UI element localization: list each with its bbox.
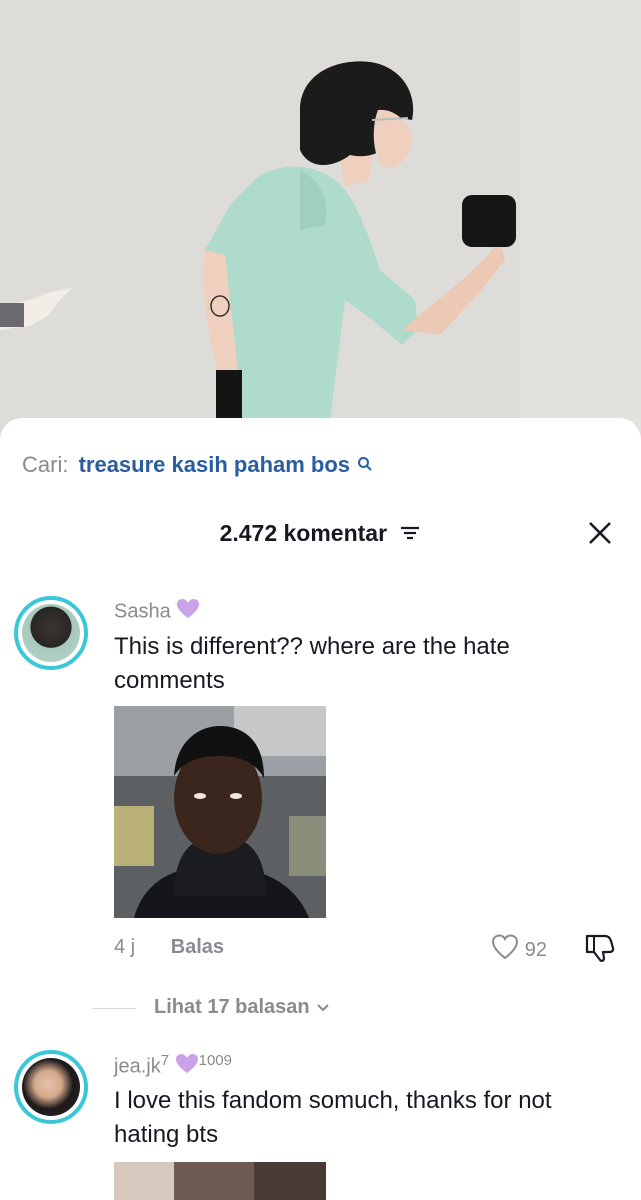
avatar[interactable] (14, 1050, 88, 1124)
avatar[interactable] (14, 596, 88, 670)
search-prefix: Cari: (22, 452, 69, 477)
reply-button[interactable]: Balas (171, 936, 224, 958)
like-count: 92 (524, 938, 547, 961)
comments-sheet: Cari: treasure kasih paham bos 2.472 kom… (0, 418, 641, 1200)
purple-heart-icon (175, 1053, 199, 1081)
comment-meta: 4 j Balas (114, 936, 224, 959)
like-button[interactable]: 92 (491, 934, 547, 966)
comment-username[interactable]: Sasha (114, 598, 200, 626)
heart-icon (491, 934, 519, 966)
search-icon (357, 452, 373, 478)
view-replies-label: Lihat 17 balasan (154, 996, 310, 1018)
video-frame (0, 0, 641, 440)
replies-divider (92, 1008, 136, 1009)
filter-icon[interactable] (399, 521, 421, 548)
comment-count: 2.472 komentar (219, 520, 388, 546)
badge-count: 1009 (198, 1052, 232, 1069)
search-query[interactable]: treasure kasih paham bos (79, 452, 350, 477)
comment-text: This is different?? where are the hate c… (114, 633, 510, 694)
comment-image[interactable] (114, 706, 326, 918)
dislike-icon[interactable] (583, 932, 617, 969)
comment-text: I love this fandom somuch, thanks for no… (114, 1087, 552, 1148)
comment-image[interactable] (114, 1162, 326, 1200)
comment-username[interactable]: jea.jk7 1009 (114, 1052, 232, 1081)
comments-header: 2.472 komentar (0, 520, 641, 548)
chevron-down-icon (316, 996, 330, 1019)
comment-time: 4 j (114, 936, 136, 958)
purple-heart-icon (176, 598, 200, 626)
view-replies-button[interactable]: Lihat 17 balasan (154, 996, 330, 1019)
close-icon[interactable] (585, 518, 615, 548)
video-player[interactable] (0, 0, 641, 440)
related-search-link[interactable]: Cari: treasure kasih paham bos (22, 452, 373, 478)
